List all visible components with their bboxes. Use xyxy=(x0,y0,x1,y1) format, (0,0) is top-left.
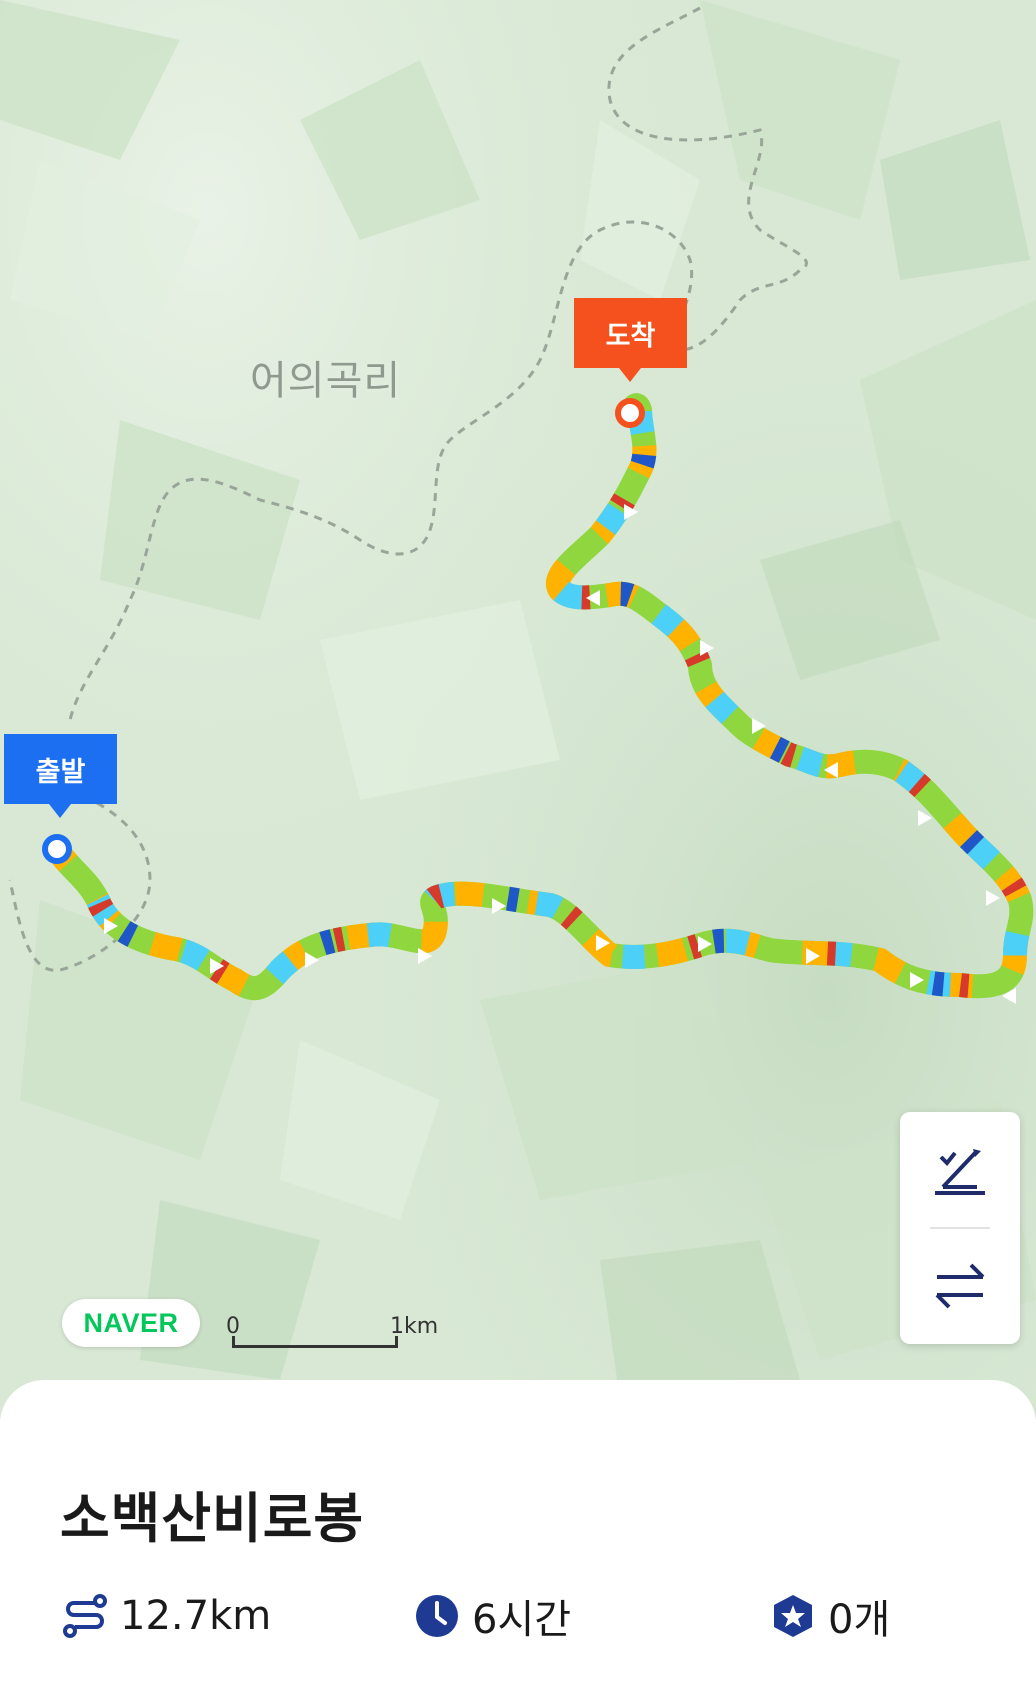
end-point xyxy=(615,398,645,428)
swap-direction-icon xyxy=(935,1263,985,1309)
trail-name: 소백산비로봉 xyxy=(60,1487,365,1550)
distance-value: 12.7km xyxy=(120,1593,272,1639)
route-distance-icon xyxy=(63,1594,107,1638)
start-point xyxy=(42,834,72,864)
elevation-toggle-button[interactable] xyxy=(900,1112,1020,1228)
elevation-toggle-icon xyxy=(935,1149,985,1195)
badge-value: 0개 xyxy=(828,1597,891,1643)
stat-time: 6시간 xyxy=(414,1586,571,1646)
stat-badge: 0개 xyxy=(770,1586,890,1646)
map-scale: 0 1km xyxy=(226,1314,438,1352)
time-value: 6시간 xyxy=(472,1597,572,1643)
scale-bar xyxy=(232,1336,398,1348)
stat-distance: 12.7km xyxy=(62,1586,271,1646)
badge-star-icon xyxy=(774,1595,812,1637)
route-endpoints xyxy=(42,398,645,864)
map-controls xyxy=(900,1112,1020,1344)
swap-direction-button[interactable] xyxy=(900,1228,1020,1344)
clock-icon xyxy=(416,1595,458,1637)
start-marker[interactable]: 출발 xyxy=(4,734,117,804)
end-marker[interactable]: 도착 xyxy=(574,298,687,368)
start-marker-pointer xyxy=(49,804,71,818)
end-marker-pointer xyxy=(619,368,641,382)
naver-logo: NAVER xyxy=(62,1299,200,1347)
map-view[interactable]: 어의곡리 출발 도착 NAVER 0 1km xyxy=(0,0,1036,1420)
